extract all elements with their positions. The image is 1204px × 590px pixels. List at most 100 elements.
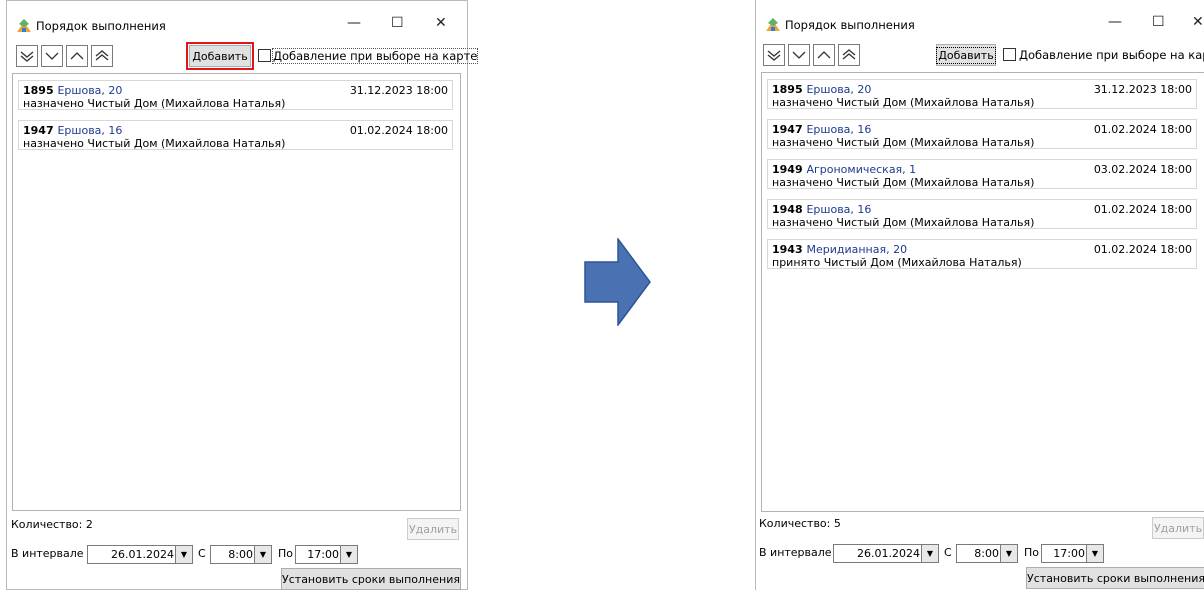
order-number: 1895 Ершова, 20 — [23, 84, 123, 97]
from-time-select[interactable]: 8:00 ▼ — [210, 545, 272, 564]
add-on-map-label[interactable]: Добавление при выборе на карте — [271, 48, 479, 64]
dropdown-arrow-icon[interactable]: ▼ — [175, 546, 192, 563]
double-up-icon — [842, 49, 856, 60]
order-date: 01.02.2024 18:00 — [1093, 123, 1192, 136]
order-date: 31.12.2023 18:00 — [349, 84, 448, 97]
move-top-button[interactable] — [91, 45, 113, 67]
dropdown-arrow-icon[interactable]: ▼ — [1086, 545, 1103, 562]
list-item[interactable]: 1948 Ершова, 16 01.02.2024 18:00 назначено… — [767, 199, 1197, 229]
order-status: назначено Чистый Дом (Михайлова Наталья) — [772, 96, 1035, 109]
order-number: 1949 Агрономическая, 1 — [772, 163, 917, 176]
from-label: С — [944, 546, 952, 559]
move-bottom-button[interactable] — [16, 45, 38, 67]
window-title: Порядок выполнения — [785, 18, 915, 32]
order-number: 1895 Ершова, 20 — [772, 83, 872, 96]
order-address[interactable]: Ершова, 20 — [57, 84, 122, 97]
order-date: 01.02.2024 18:00 — [349, 124, 448, 137]
app-icon — [766, 18, 780, 31]
to-time-select[interactable]: 17:00 ▼ — [1041, 544, 1104, 563]
double-down-icon — [767, 50, 781, 61]
list-item[interactable]: 1947 Ершова, 16 01.02.2024 18:00 назначено… — [18, 120, 453, 150]
list-item[interactable]: 1943 Меридианная, 20 01.02.2024 18:00 прин… — [767, 239, 1197, 269]
title-bar: Порядок выполнения — ☐ ✕ — [756, 0, 1204, 36]
up-icon — [817, 51, 831, 59]
dropdown-arrow-icon[interactable]: ▼ — [1000, 545, 1017, 562]
minimize-icon[interactable]: — — [347, 15, 361, 31]
add-on-map-checkbox[interactable] — [258, 49, 271, 62]
order-address[interactable]: Ершова, 16 — [806, 203, 871, 216]
close-icon[interactable]: ✕ — [435, 15, 447, 31]
order-date: 01.02.2024 18:00 — [1093, 243, 1192, 256]
date-picker[interactable]: 26.01.2024 ▼ — [87, 545, 193, 564]
right-arrow-icon — [584, 238, 651, 326]
title-bar: Порядок выполнения — ☐ ✕ — [7, 1, 467, 37]
order-address[interactable]: Меридианная, 20 — [806, 243, 907, 256]
order-window-before: Порядок выполнения — ☐ ✕ Добавить Добавл… — [6, 0, 479, 590]
add-button[interactable]: Добавить — [936, 44, 996, 66]
add-on-map-label[interactable]: Добавление при выборе на карте — [1019, 48, 1204, 62]
set-deadlines-button[interactable]: Установить сроки выполнения — [1026, 567, 1204, 589]
move-down-button[interactable] — [788, 44, 810, 66]
order-number: 1947 Ершова, 16 — [23, 124, 123, 137]
maximize-icon[interactable]: ☐ — [1152, 14, 1165, 30]
delete-button[interactable]: Удалить — [407, 518, 459, 540]
list-item[interactable]: 1947 Ершова, 16 01.02.2024 18:00 назначено… — [767, 119, 1197, 149]
list-item[interactable]: 1949 Агрономическая, 1 03.02.2024 18:00 на… — [767, 159, 1197, 189]
toolbar: Добавить Добавление при выборе на карте — [7, 42, 479, 73]
maximize-icon[interactable]: ☐ — [391, 15, 404, 31]
window-title: Порядок выполнения — [36, 19, 166, 33]
order-status: назначено Чистый Дом (Михайлова Наталья) — [772, 136, 1035, 149]
move-up-button[interactable] — [813, 44, 835, 66]
double-down-icon — [20, 51, 34, 62]
to-time-select[interactable]: 17:00 ▼ — [295, 545, 358, 564]
move-bottom-button[interactable] — [763, 44, 785, 66]
toolbar: Добавить Добавление при выборе на карте — [756, 44, 1204, 72]
list-item[interactable]: 1895 Ершова, 20 31.12.2023 18:00 назначено… — [767, 79, 1197, 109]
order-date: 03.02.2024 18:00 — [1093, 163, 1192, 176]
order-address[interactable]: Ершова, 16 — [57, 124, 122, 137]
date-picker[interactable]: 26.01.2024 ▼ — [833, 544, 939, 563]
interval-label: В интервале — [759, 546, 832, 559]
order-number: 1948 Ершова, 16 — [772, 203, 872, 216]
order-status: назначено Чистый Дом (Михайлова Наталья) — [23, 137, 286, 150]
move-up-button[interactable] — [66, 45, 88, 67]
count-label: Количество: 2 — [11, 518, 93, 531]
order-date: 31.12.2023 18:00 — [1093, 83, 1192, 96]
down-icon — [792, 51, 806, 59]
order-number: 1943 Меридианная, 20 — [772, 243, 908, 256]
dropdown-arrow-icon[interactable]: ▼ — [921, 545, 938, 562]
order-address[interactable]: Ершова, 16 — [806, 123, 871, 136]
list-item[interactable]: 1895 Ершова, 20 31.12.2023 18:00 назначено… — [18, 80, 453, 110]
move-down-button[interactable] — [41, 45, 63, 67]
order-number: 1947 Ершова, 16 — [772, 123, 872, 136]
order-status: назначено Чистый Дом (Михайлова Наталья) — [772, 176, 1035, 189]
order-address[interactable]: Агрономическая, 1 — [806, 163, 916, 176]
order-status: назначено Чистый Дом (Михайлова Наталья) — [772, 216, 1035, 229]
minimize-icon[interactable]: — — [1108, 14, 1122, 30]
order-window-after: Порядок выполнения — ☐ ✕ Добавить Добавл… — [755, 0, 1204, 590]
from-time-select[interactable]: 8:00 ▼ — [956, 544, 1018, 563]
add-button[interactable]: Добавить — [186, 42, 254, 70]
set-deadlines-button[interactable]: Установить сроки выполнения — [281, 568, 461, 590]
order-list[interactable]: 1895 Ершова, 20 31.12.2023 18:00 назначено… — [12, 73, 461, 511]
down-icon — [45, 52, 59, 60]
add-on-map-checkbox[interactable] — [1003, 48, 1016, 61]
order-list[interactable]: 1895 Ершова, 20 31.12.2023 18:00 назначено… — [761, 72, 1204, 512]
count-label: Количество: 5 — [759, 517, 841, 530]
to-label: По — [1024, 546, 1040, 559]
close-icon[interactable]: ✕ — [1192, 14, 1204, 30]
delete-button[interactable]: Удалить — [1152, 517, 1204, 539]
order-status: принято Чистый Дом (Михайлова Наталья) — [772, 256, 1022, 269]
from-label: С — [198, 547, 206, 560]
double-up-icon — [95, 50, 109, 61]
order-status: назначено Чистый Дом (Михайлова Наталья) — [23, 97, 286, 110]
app-icon — [17, 19, 31, 32]
order-address[interactable]: Ершова, 20 — [806, 83, 871, 96]
interval-label: В интервале — [11, 547, 84, 560]
move-top-button[interactable] — [838, 44, 860, 66]
dropdown-arrow-icon[interactable]: ▼ — [254, 546, 271, 563]
order-date: 01.02.2024 18:00 — [1093, 203, 1192, 216]
dropdown-arrow-icon[interactable]: ▼ — [340, 546, 357, 563]
to-label: По — [278, 547, 294, 560]
up-icon — [70, 52, 84, 60]
